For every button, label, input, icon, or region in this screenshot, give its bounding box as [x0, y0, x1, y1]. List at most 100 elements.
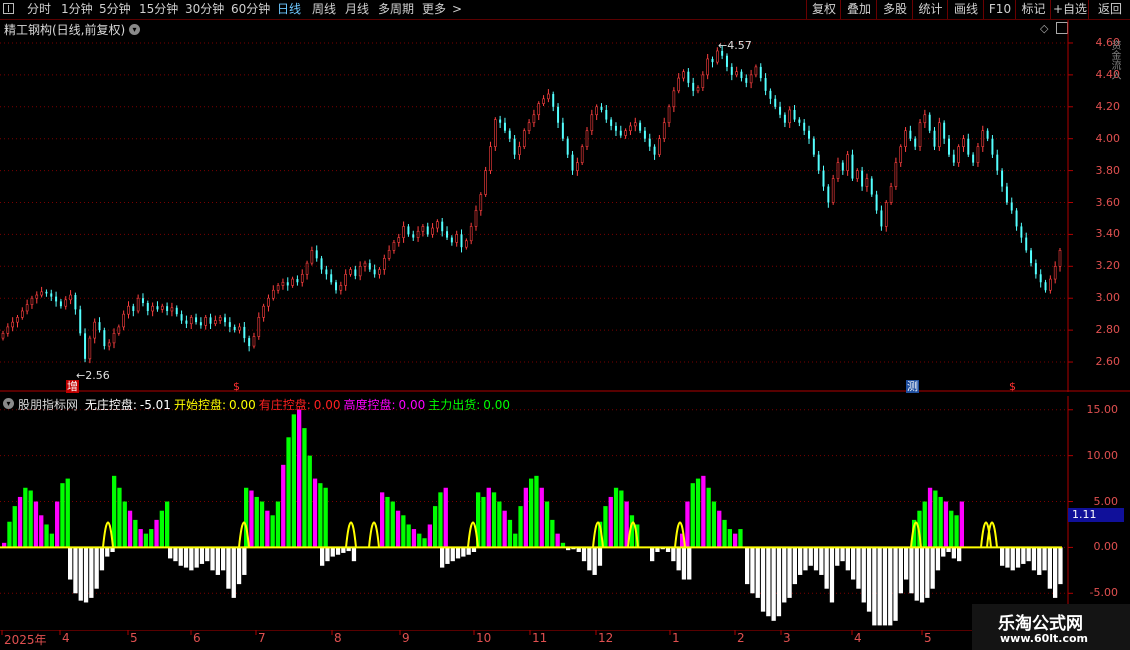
negative-bar — [78, 547, 83, 601]
period-tab[interactable]: 5分钟 — [99, 0, 131, 19]
negative-bar — [461, 547, 466, 557]
event-marker[interactable]: 增 — [66, 380, 79, 393]
negative-bar — [73, 547, 78, 594]
positive-bar — [502, 510, 507, 548]
period-tab[interactable]: 周线 — [312, 0, 336, 19]
toolbar-button[interactable]: 标记 — [1015, 0, 1051, 19]
candle-body — [146, 303, 149, 311]
positive-bar — [385, 496, 390, 548]
candle-body — [330, 274, 333, 283]
candle-body — [296, 279, 299, 283]
candle-body — [576, 162, 579, 171]
candle-body — [889, 186, 893, 203]
toolbar-button[interactable]: +自选 — [1050, 0, 1089, 19]
candle-body — [431, 227, 434, 235]
candle-body — [1058, 250, 1062, 267]
positive-bar — [138, 529, 143, 548]
negative-bar — [925, 547, 930, 598]
chevron-right-icon[interactable]: > — [452, 0, 462, 19]
negative-bar — [1058, 547, 1063, 585]
candle-body — [779, 106, 782, 115]
period-tab[interactable]: 日线 — [277, 0, 301, 19]
candle-body — [344, 273, 347, 286]
price-tick-label: 3.40 — [1095, 227, 1121, 241]
candle-body — [764, 78, 767, 91]
candle-body — [503, 122, 506, 131]
candle-body — [904, 130, 907, 147]
positive-bar — [270, 515, 275, 548]
period-tab[interactable]: 30分钟 — [185, 0, 224, 19]
negative-bar — [829, 547, 835, 603]
positive-bar — [7, 521, 12, 548]
candle-body — [412, 234, 415, 238]
positive-bar — [518, 506, 523, 548]
period-toolbar: 分时 1分钟 5分钟 15分钟 30分钟 60分钟 日线 周线 月线 多周期 更多 > 复权 叠加 多股统… — [0, 0, 1130, 20]
candlestick-chart[interactable] — [0, 20, 1130, 392]
positive-bar — [265, 510, 270, 548]
negative-bar — [919, 547, 925, 603]
menu-square-icon[interactable] — [3, 3, 14, 14]
arrow-left-icon: ← — [718, 39, 728, 52]
candle-body — [1025, 237, 1028, 251]
toolbar-button[interactable]: 复权 — [806, 0, 841, 19]
positive-bar — [17, 496, 23, 548]
positive-bar — [55, 501, 60, 548]
candle-body — [1039, 274, 1042, 283]
toolbar-button[interactable]: 多股 — [876, 0, 913, 19]
candle-body — [392, 242, 396, 251]
positive-bar — [685, 501, 690, 548]
event-marker[interactable]: 测 — [906, 380, 919, 393]
candle-body — [672, 90, 676, 108]
candle-body — [643, 130, 646, 139]
candle-body — [310, 250, 314, 264]
candle-body — [527, 122, 531, 132]
toolbar-button[interactable]: 叠加 — [840, 0, 877, 19]
candle-body — [185, 320, 188, 324]
toolbar-button[interactable]: 画线 — [947, 0, 984, 19]
candle-body — [248, 338, 251, 347]
negative-bar — [1010, 547, 1015, 571]
candle-body — [861, 170, 864, 187]
toolbar-button[interactable]: 返回 — [1088, 0, 1130, 19]
positive-bar — [12, 506, 17, 548]
candle-body — [228, 322, 231, 327]
positive-bar — [949, 510, 954, 548]
candle-body — [40, 291, 43, 296]
event-marker[interactable]: $ — [1008, 380, 1017, 393]
negative-bar — [935, 547, 941, 571]
positive-bar — [154, 519, 159, 548]
event-marker[interactable]: $ — [232, 380, 241, 393]
candle-body — [45, 291, 48, 294]
positive-bar — [60, 483, 65, 548]
positive-bar — [297, 409, 302, 548]
negative-bar — [440, 547, 445, 568]
negative-bar — [676, 547, 681, 571]
candle-body — [967, 138, 970, 155]
candle-body — [788, 109, 792, 124]
period-tab[interactable]: 1分钟 — [61, 0, 93, 19]
negative-bar — [760, 547, 766, 612]
indicator-chart[interactable] — [0, 396, 1130, 630]
negative-bar — [1053, 547, 1058, 598]
low-price-value: 2.56 — [85, 369, 110, 382]
candle-body — [151, 305, 154, 312]
positive-bar — [318, 483, 323, 548]
period-tab[interactable]: 60分钟 — [231, 0, 270, 19]
period-tab[interactable]: 分时 — [27, 0, 51, 19]
candle-body — [1020, 226, 1023, 238]
positive-bar — [738, 529, 743, 548]
candle-body — [696, 87, 700, 92]
candle-body — [624, 130, 627, 136]
period-tab[interactable]: 多周期 — [378, 0, 414, 19]
toolbar-button[interactable]: 统计 — [912, 0, 948, 19]
positive-bar — [701, 475, 706, 548]
toolbar-button[interactable]: F10 — [983, 0, 1016, 19]
candle-body — [831, 178, 835, 203]
negative-bar — [194, 547, 199, 568]
period-tab[interactable]: 15分钟 — [139, 0, 178, 19]
candle-body — [156, 306, 159, 310]
period-tab[interactable]: 月线 — [345, 0, 369, 19]
period-tab[interactable]: 更多 — [422, 0, 446, 19]
time-axis-label: 4 — [854, 631, 862, 645]
candle-body — [962, 138, 965, 147]
